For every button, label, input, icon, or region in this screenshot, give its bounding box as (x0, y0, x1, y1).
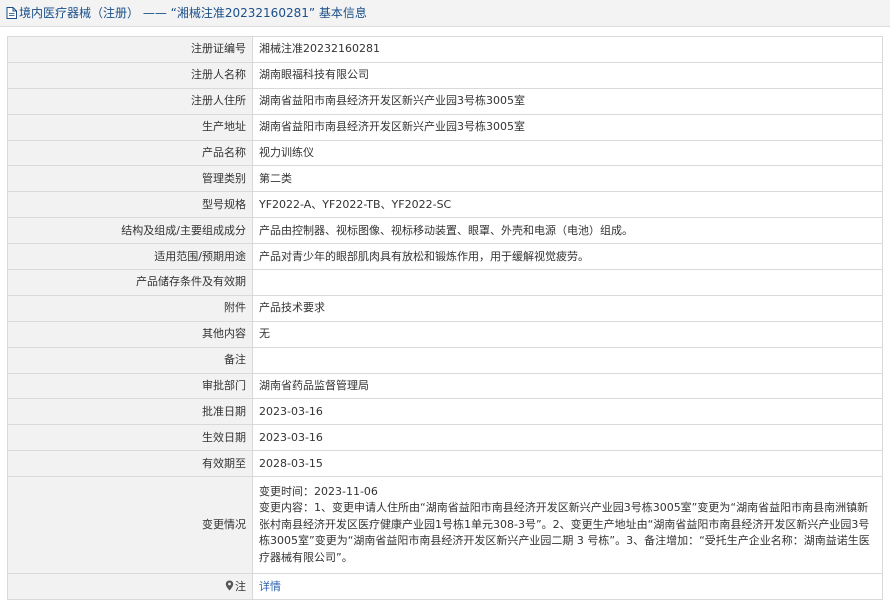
row-label: 注册人住所 (7, 87, 253, 115)
table-row: 管理类别 第二类 (7, 165, 883, 193)
location-pin-icon (225, 580, 234, 591)
row-value: 产品由控制器、视标图像、视标移动装置、眼罩、外壳和电源（电池）组成。 (252, 217, 883, 245)
document-icon (6, 7, 17, 19)
table-row: 有效期至 2028-03-15 (7, 450, 883, 478)
table-row: 其他内容无 (7, 320, 883, 348)
title-suffix: 基本信息 (315, 6, 367, 20)
row-label: 其他内容 (7, 320, 253, 348)
row-label: 有效期至 (7, 450, 253, 478)
row-label: 注册人名称 (7, 61, 253, 89)
table-row: 附件 产品技术要求 (7, 294, 883, 322)
row-label: 批准日期 (7, 398, 253, 426)
row-value: 产品对青少年的眼部肌肉具有放松和锻炼作用，用于缓解视觉疲劳。 (252, 243, 883, 271)
device-info-table: 注册证编号 湘械注准20232160281 注册人名称 湖南眼福科技有限公司 注册人… (7, 36, 883, 601)
title-separator: —— (139, 6, 171, 20)
row-label: 附件 (7, 294, 253, 322)
row-value (252, 269, 883, 296)
row-value: 第二类 (252, 165, 883, 193)
row-value: 湘械注准20232160281 (252, 36, 883, 63)
table-row: 生产地址 湖南省益阳市南县经济开发区新兴产业园3号栋3005室 (7, 113, 883, 141)
change-time: 变更时间：2023-11-06 (259, 484, 378, 498)
table-row: 生效日期 2023-03-16 (7, 424, 883, 452)
row-value: 无 (252, 320, 883, 348)
note-row: 注 详情 (7, 573, 883, 601)
row-label: 产品名称 (7, 139, 253, 167)
note-value: 详情 (252, 573, 883, 601)
page-title-bar: 境内医疗器械（注册） —— “湘械注准20232160281” 基本信息 (0, 0, 890, 27)
title-reg-no: “湘械注准20232160281” (170, 6, 316, 20)
table-row: 批准日期 2023-03-16 (7, 398, 883, 426)
row-label: 生效日期 (7, 424, 253, 452)
table-row: 备注 (7, 346, 883, 374)
title-category: 境内医疗器械（注册） (19, 6, 140, 20)
table-row: 注册人名称 湖南眼福科技有限公司 (7, 61, 883, 89)
row-value (252, 346, 883, 374)
row-value: 2023-03-16 (252, 398, 883, 426)
table-row: 注册人住所 湖南省益阳市南县经济开发区新兴产业园3号栋3005室 (7, 87, 883, 115)
row-label: 备注 (7, 346, 253, 374)
change-content: 变更内容：1、变更申请人住所由“湖南省益阳市南县经济开发区新兴产业园3号栋300… (259, 501, 870, 564)
table-row: 型号规格 YF2022-A、YF2022-TB、YF2022-SC (7, 191, 883, 219)
row-value: YF2022-A、YF2022-TB、YF2022-SC (252, 191, 883, 219)
row-label: 注册证编号 (7, 36, 253, 63)
row-label: 产品储存条件及有效期 (7, 269, 253, 296)
change-label: 变更情况 (7, 476, 253, 575)
row-value: 湖南省药品监督管理局 (252, 372, 883, 400)
row-value: 湖南省益阳市南县经济开发区新兴产业园3号栋3005室 (252, 113, 883, 141)
table-row: 结构及组成/主要组成成分 产品由控制器、视标图像、视标移动装置、眼罩、外壳和电源（… (7, 217, 883, 245)
row-value: 2023-03-16 (252, 424, 883, 452)
table-row: 注册证编号 湘械注准20232160281 (7, 36, 883, 63)
row-label: 审批部门 (7, 372, 253, 400)
table-row: 适用范围/预期用途 产品对青少年的眼部肌肉具有放松和锻炼作用，用于缓解视觉疲劳。 (7, 243, 883, 271)
row-value: 湖南省益阳市南县经济开发区新兴产业园3号栋3005室 (252, 87, 883, 115)
change-value: 变更时间：2023-11-06 变更内容：1、变更申请人住所由“湖南省益阳市南县… (252, 476, 883, 575)
table-row: 产品储存条件及有效期 (7, 269, 883, 296)
row-label: 型号规格 (7, 191, 253, 219)
row-label: 适用范围/预期用途 (7, 243, 253, 271)
row-label: 生产地址 (7, 113, 253, 141)
table-row: 产品名称 视力训练仪 (7, 139, 883, 167)
row-value: 湖南眼福科技有限公司 (252, 61, 883, 89)
details-link[interactable]: 详情 (259, 580, 281, 593)
change-row: 变更情况 变更时间：2023-11-06 变更内容：1、变更申请人住所由“湖南省… (7, 476, 883, 575)
row-value: 2028-03-15 (252, 450, 883, 478)
row-label: 管理类别 (7, 165, 253, 193)
row-value: 产品技术要求 (252, 294, 883, 322)
table-row: 审批部门 湖南省药品监督管理局 (7, 372, 883, 400)
note-label: 注 (235, 579, 246, 593)
row-label: 结构及组成/主要组成成分 (7, 217, 253, 245)
info-table-body: 注册证编号 湘械注准20232160281 注册人名称 湖南眼福科技有限公司 注册人… (7, 36, 883, 601)
row-value: 视力训练仪 (252, 139, 883, 167)
note-label-cell: 注 (7, 573, 253, 601)
